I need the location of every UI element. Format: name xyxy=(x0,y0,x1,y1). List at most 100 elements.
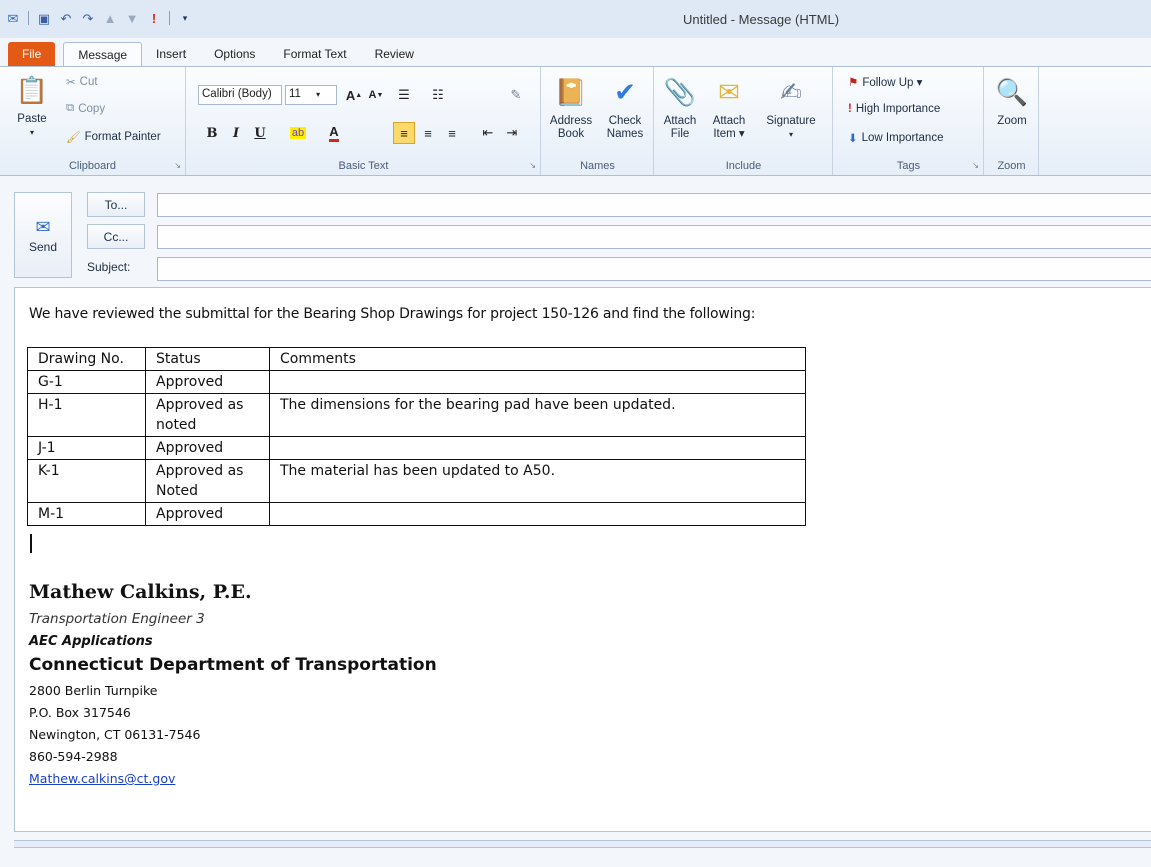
align-center-button[interactable]: ≡ xyxy=(417,122,439,144)
down-arrow-icon: ⬇ xyxy=(848,133,858,145)
subject-field[interactable] xyxy=(157,257,1151,281)
table-row: G-1 Approved xyxy=(27,370,806,394)
paste-icon: 📋 xyxy=(15,74,49,105)
font-name-combo[interactable]: Calibri (Body) xyxy=(198,85,282,105)
numbering-button[interactable]: ☷ xyxy=(427,84,449,106)
include-group-label: Include xyxy=(725,160,762,172)
underline-button[interactable]: U xyxy=(249,122,271,144)
table-row: J-1 Approved xyxy=(27,436,806,460)
shrink-font-button[interactable]: A ▼ xyxy=(365,84,387,106)
italic-button[interactable]: I xyxy=(225,122,247,144)
undo-icon[interactable]: ↶ xyxy=(57,9,75,27)
table-row: M-1 Approved xyxy=(27,502,806,526)
attach-file-label: Attach xyxy=(663,115,697,127)
signature-address-line: Newington, CT 06131-7546 xyxy=(29,727,201,742)
paste-label: Paste xyxy=(17,113,47,125)
tab-format-text[interactable]: Format Text xyxy=(269,42,360,66)
attach-item-button[interactable]: ✉ Attach Item ▾ xyxy=(705,75,753,141)
tags-launcher-icon[interactable]: ↘ xyxy=(972,161,979,170)
title-bar: ✉ ▣ ↶ ↷ ▲ ▼ ! ▾ Untitled - Message (HTML… xyxy=(0,0,1151,38)
send-label: Send xyxy=(28,239,58,254)
to-field[interactable] xyxy=(157,193,1151,217)
follow-up-button[interactable]: ⚑ Follow Up ▾ xyxy=(848,75,922,89)
font-size-combo[interactable]: 11 ▾ xyxy=(285,85,337,105)
signature-email-link[interactable]: Mathew.calkins@ct.gov xyxy=(29,771,175,786)
align-left-button[interactable]: ≡ xyxy=(393,122,415,144)
basic-text-group-label: Basic Text xyxy=(338,160,389,172)
status-bar xyxy=(14,840,1151,848)
highlight-button[interactable]: ab xyxy=(283,122,313,144)
subject-label: Subject: xyxy=(87,260,131,274)
tab-review[interactable]: Review xyxy=(361,42,428,66)
customize-icon[interactable]: ▾ xyxy=(176,9,194,27)
address-book-button[interactable]: 📔 Address Book xyxy=(546,75,596,141)
basic-text-group: Calibri (Body) 11 ▾ A ▲ A ▼ ☰ ☷ ✎ B I U ab… xyxy=(187,67,541,175)
check-names-button[interactable]: ✔ Check Names xyxy=(600,75,650,141)
signature-label: Signature xyxy=(766,115,816,127)
tab-insert[interactable]: Insert xyxy=(142,42,200,66)
attach-file-button[interactable]: 📎 Attach File xyxy=(661,75,699,141)
redo-icon[interactable]: ↷ xyxy=(79,9,97,27)
basic-text-launcher-icon[interactable]: ↘ xyxy=(529,161,536,170)
grow-font-button[interactable]: A ▲ xyxy=(343,84,365,106)
table-cell xyxy=(269,502,806,526)
table-cell: J-1 xyxy=(27,436,146,460)
highlighter-icon: ab xyxy=(289,127,307,139)
decrease-indent-button[interactable]: ⇤ xyxy=(477,122,499,144)
ribbon: 📋 Paste ▾ ✂ Cut ⧉ Copy 🖌 Format Painter … xyxy=(0,66,1151,176)
text-cursor xyxy=(30,534,32,553)
bullets-button[interactable]: ☰ xyxy=(393,84,415,106)
message-body[interactable]: We have reviewed the submittal for the B… xyxy=(14,287,1151,832)
save-icon[interactable]: ▣ xyxy=(35,9,53,27)
table-cell: M-1 xyxy=(27,502,146,526)
table-header-cell: Comments xyxy=(269,347,806,371)
attach-item-label-2: Item ▾ xyxy=(713,128,745,140)
cc-field[interactable] xyxy=(157,225,1151,249)
outlook-icon[interactable]: ✉ xyxy=(4,9,22,27)
cut-button[interactable]: ✂ Cut xyxy=(66,75,98,89)
up-arrow-icon[interactable]: ▲ xyxy=(101,9,119,27)
exclamation-icon: ! xyxy=(848,103,852,115)
low-importance-label: Low Importance xyxy=(861,132,944,144)
tags-group: ⚑ Follow Up ▾ ! High Importance ⬇ Low Im… xyxy=(834,67,984,175)
tab-file[interactable]: File xyxy=(8,42,56,66)
down-arrow-icon[interactable]: ▼ xyxy=(123,9,141,27)
increase-indent-button[interactable]: ⇥ xyxy=(501,122,523,144)
paste-button[interactable]: 📋 Paste ▾ xyxy=(14,73,50,139)
format-painter-label: Format Painter xyxy=(84,131,161,143)
low-importance-button[interactable]: ⬇ Low Importance xyxy=(848,131,943,145)
clipboard-group-label: Clipboard xyxy=(68,160,117,172)
importance-icon[interactable]: ! xyxy=(145,9,163,27)
clipboard-group: 📋 Paste ▾ ✂ Cut ⧉ Copy 🖌 Format Painter … xyxy=(0,67,186,175)
table-cell: H-1 xyxy=(27,393,146,437)
message-header: ✉ Send To... Cc... Subject: xyxy=(0,177,1151,285)
copy-button[interactable]: ⧉ Copy xyxy=(66,102,105,115)
to-button[interactable]: To... xyxy=(87,192,145,217)
cc-button[interactable]: Cc... xyxy=(87,224,145,249)
table-row: H-1 Approved as noted The dimensions for… xyxy=(27,393,806,437)
align-right-button[interactable]: ≡ xyxy=(441,122,463,144)
tab-message[interactable]: Message xyxy=(63,42,143,66)
font-color-button[interactable]: A xyxy=(319,122,349,144)
table-cell xyxy=(269,370,806,394)
table-cell: Approved as Noted xyxy=(145,459,270,503)
signature-button[interactable]: ✍ Signature ▾ xyxy=(759,75,823,141)
check-names-label-2: Names xyxy=(606,128,644,140)
names-group-label: Names xyxy=(580,160,615,172)
high-importance-button[interactable]: ! High Importance xyxy=(848,103,940,115)
styles-icon[interactable]: ✎ xyxy=(505,84,527,106)
zoom-label: Zoom xyxy=(997,115,1027,127)
tab-options[interactable]: Options xyxy=(200,42,269,66)
toolbar-divider xyxy=(28,11,29,25)
toolbar-divider xyxy=(169,11,170,25)
send-button[interactable]: ✉ Send xyxy=(14,192,72,278)
bold-button[interactable]: B xyxy=(201,122,223,144)
table-cell: K-1 xyxy=(27,459,146,503)
intro-text: We have reviewed the submittal for the B… xyxy=(29,306,756,322)
signature-address-line: P.O. Box 317546 xyxy=(29,705,131,720)
clipboard-launcher-icon[interactable]: ↘ xyxy=(174,161,181,170)
zoom-button[interactable]: 🔍 Zoom xyxy=(991,75,1033,128)
signature-name: Mathew Calkins, P.E. xyxy=(29,581,252,603)
check-names-icon: ✔ xyxy=(614,76,636,107)
format-painter-button[interactable]: 🖌 Format Painter xyxy=(66,130,161,144)
